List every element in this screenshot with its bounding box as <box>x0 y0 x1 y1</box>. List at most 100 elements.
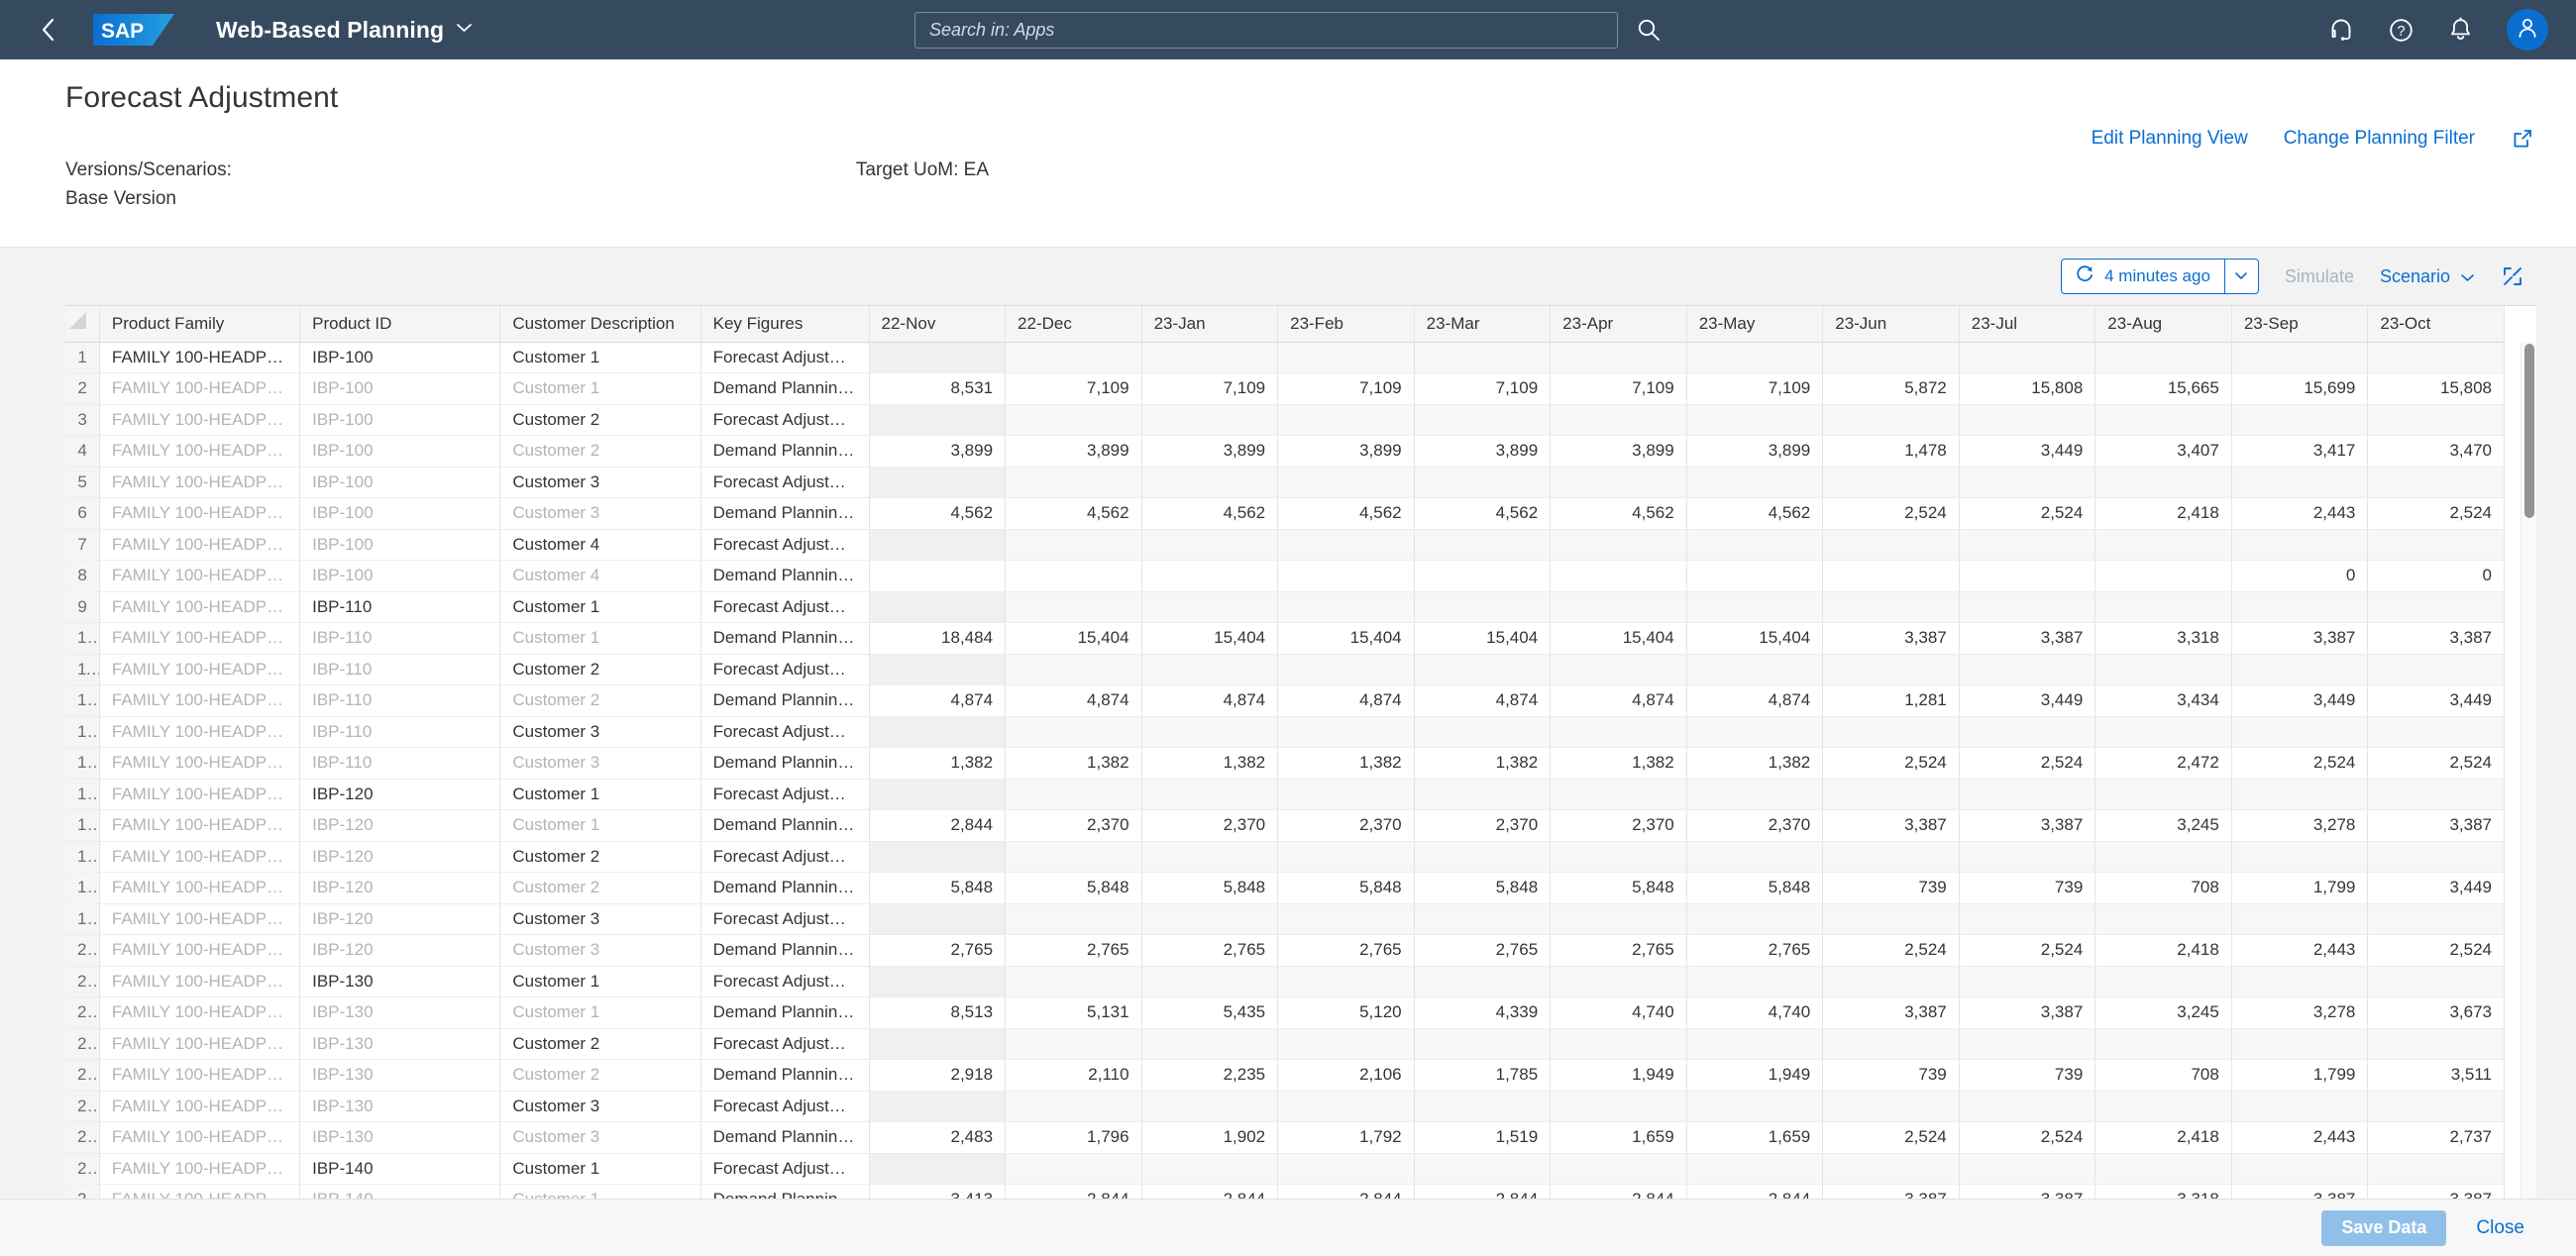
value-cell[interactable] <box>1006 467 1142 498</box>
vertical-scrollbar-thumb[interactable] <box>2524 344 2534 518</box>
value-cell[interactable]: 3,470 <box>2368 436 2505 468</box>
product-family-cell[interactable]: FAMILY 100-HEADPHO... <box>99 997 299 1029</box>
value-cell[interactable]: 1,478 <box>1823 436 1960 468</box>
product-family-cell[interactable]: FAMILY 100-HEADPHO... <box>99 748 299 780</box>
product-family-cell[interactable]: FAMILY 100-HEADPHO... <box>99 1028 299 1060</box>
value-cell[interactable] <box>1141 966 1278 997</box>
app-title-menu[interactable]: Web-Based Planning <box>216 17 473 44</box>
key-figure-cell[interactable]: Forecast Adjustment <box>700 342 869 373</box>
value-cell[interactable]: 2,370 <box>1006 810 1142 842</box>
value-cell[interactable]: 2,524 <box>1823 498 1960 530</box>
value-cell[interactable] <box>1278 467 1415 498</box>
value-cell[interactable]: 5,872 <box>1823 373 1960 405</box>
product-family-cell[interactable]: FAMILY 100-HEADPHO... <box>99 373 299 405</box>
product-family-cell[interactable]: FAMILY 100-HEADPHO... <box>99 591 299 623</box>
table-row[interactable]: 3FAMILY 100-HEADPHO...IBP-100Customer 2F… <box>65 404 2505 436</box>
customer-description-cell[interactable]: Customer 2 <box>500 1028 700 1060</box>
key-figure-cell[interactable]: Demand Planning Qty <box>700 623 869 655</box>
value-cell[interactable] <box>1414 467 1551 498</box>
value-cell[interactable]: 2,110 <box>1006 1060 1142 1092</box>
value-cell[interactable] <box>1823 716 1960 748</box>
key-figure-cell[interactable]: Demand Planning Qty <box>700 561 869 592</box>
value-cell[interactable] <box>1414 561 1551 592</box>
value-cell[interactable] <box>1006 1028 1142 1060</box>
value-cell[interactable]: 7,109 <box>1141 373 1278 405</box>
value-cell[interactable] <box>1959 1028 2095 1060</box>
value-cell[interactable] <box>1686 529 1823 561</box>
value-cell[interactable] <box>1686 654 1823 685</box>
value-cell[interactable] <box>1823 342 1960 373</box>
value-cell[interactable] <box>2368 1028 2505 1060</box>
value-cell[interactable] <box>1686 1028 1823 1060</box>
value-cell[interactable] <box>1141 654 1278 685</box>
close-button[interactable]: Close <box>2476 1217 2524 1239</box>
value-cell[interactable]: 3,417 <box>2231 436 2368 468</box>
row-number-cell[interactable]: 20 <box>65 935 99 967</box>
value-cell[interactable]: 2,472 <box>2095 748 2232 780</box>
table-row[interactable]: 6FAMILY 100-HEADPHO...IBP-100Customer 3D… <box>65 498 2505 530</box>
value-cell[interactable]: 2,765 <box>1686 935 1823 967</box>
column-header-key-figures[interactable]: Key Figures <box>700 306 869 342</box>
key-figure-cell[interactable]: Demand Planning Qty <box>700 498 869 530</box>
value-cell[interactable]: 7,109 <box>1551 373 1687 405</box>
product-id-cell[interactable]: IBP-100 <box>300 373 500 405</box>
product-id-cell[interactable]: IBP-100 <box>300 467 500 498</box>
value-cell[interactable] <box>2231 841 2368 873</box>
value-cell[interactable] <box>2231 467 2368 498</box>
table-row[interactable]: 24FAMILY 100-HEADPHO...IBP-130Customer 2… <box>65 1060 2505 1092</box>
table-row[interactable]: 19FAMILY 100-HEADPHO...IBP-120Customer 3… <box>65 903 2505 935</box>
value-cell[interactable] <box>1278 342 1415 373</box>
customer-description-cell[interactable]: Customer 1 <box>500 373 700 405</box>
value-cell[interactable] <box>1006 529 1142 561</box>
customer-description-cell[interactable]: Customer 2 <box>500 1060 700 1092</box>
value-cell[interactable]: 3,387 <box>2368 810 2505 842</box>
value-cell[interactable] <box>1414 654 1551 685</box>
value-cell[interactable] <box>2095 841 2232 873</box>
value-cell[interactable]: 5,848 <box>1414 873 1551 904</box>
value-cell[interactable]: 2,235 <box>1141 1060 1278 1092</box>
product-id-cell[interactable]: IBP-130 <box>300 1091 500 1122</box>
value-cell[interactable]: 3,449 <box>2368 685 2505 717</box>
column-header-month[interactable]: 22-Nov <box>869 306 1006 342</box>
value-cell[interactable] <box>1141 404 1278 436</box>
value-cell[interactable]: 3,899 <box>1141 436 1278 468</box>
value-cell[interactable] <box>1278 404 1415 436</box>
product-family-cell[interactable]: FAMILY 100-HEADPHO... <box>99 685 299 717</box>
support-headset-icon[interactable] <box>2328 17 2354 43</box>
value-cell[interactable] <box>1823 654 1960 685</box>
row-number-cell[interactable]: 14 <box>65 748 99 780</box>
row-number-cell[interactable]: 23 <box>65 1028 99 1060</box>
customer-description-cell[interactable]: Customer 1 <box>500 1153 700 1185</box>
value-cell[interactable] <box>1959 467 2095 498</box>
value-cell[interactable]: 1,382 <box>1141 748 1278 780</box>
product-family-cell[interactable]: FAMILY 100-HEADPHO... <box>99 1153 299 1185</box>
value-cell[interactable]: 4,874 <box>869 685 1006 717</box>
key-figure-cell[interactable]: Demand Planning Qty <box>700 1060 869 1092</box>
value-cell[interactable] <box>1686 779 1823 810</box>
value-cell[interactable] <box>2231 342 2368 373</box>
value-cell[interactable] <box>1278 779 1415 810</box>
value-cell[interactable]: 2,524 <box>1959 498 2095 530</box>
product-id-cell[interactable]: IBP-100 <box>300 404 500 436</box>
value-cell[interactable] <box>1823 467 1960 498</box>
row-number-cell[interactable]: 25 <box>65 1091 99 1122</box>
value-cell[interactable] <box>1686 716 1823 748</box>
value-cell[interactable] <box>1141 841 1278 873</box>
value-cell[interactable] <box>1686 966 1823 997</box>
value-cell[interactable] <box>1823 841 1960 873</box>
value-cell[interactable] <box>1823 1028 1960 1060</box>
product-id-cell[interactable]: IBP-100 <box>300 342 500 373</box>
column-header-month[interactable]: 22-Dec <box>1006 306 1142 342</box>
value-cell[interactable] <box>2368 404 2505 436</box>
value-cell[interactable] <box>869 467 1006 498</box>
table-row[interactable]: 4FAMILY 100-HEADPHO...IBP-100Customer 2D… <box>65 436 2505 468</box>
value-cell[interactable]: 1,382 <box>869 748 1006 780</box>
row-number-cell[interactable]: 11 <box>65 654 99 685</box>
product-id-cell[interactable]: IBP-120 <box>300 841 500 873</box>
value-cell[interactable]: 4,874 <box>1414 685 1551 717</box>
value-cell[interactable]: 18,484 <box>869 623 1006 655</box>
value-cell[interactable]: 5,848 <box>1278 873 1415 904</box>
value-cell[interactable]: 2,765 <box>1006 935 1142 967</box>
table-row[interactable]: 15FAMILY 100-HEADPHO...IBP-120Customer 1… <box>65 779 2505 810</box>
customer-description-cell[interactable]: Customer 4 <box>500 529 700 561</box>
